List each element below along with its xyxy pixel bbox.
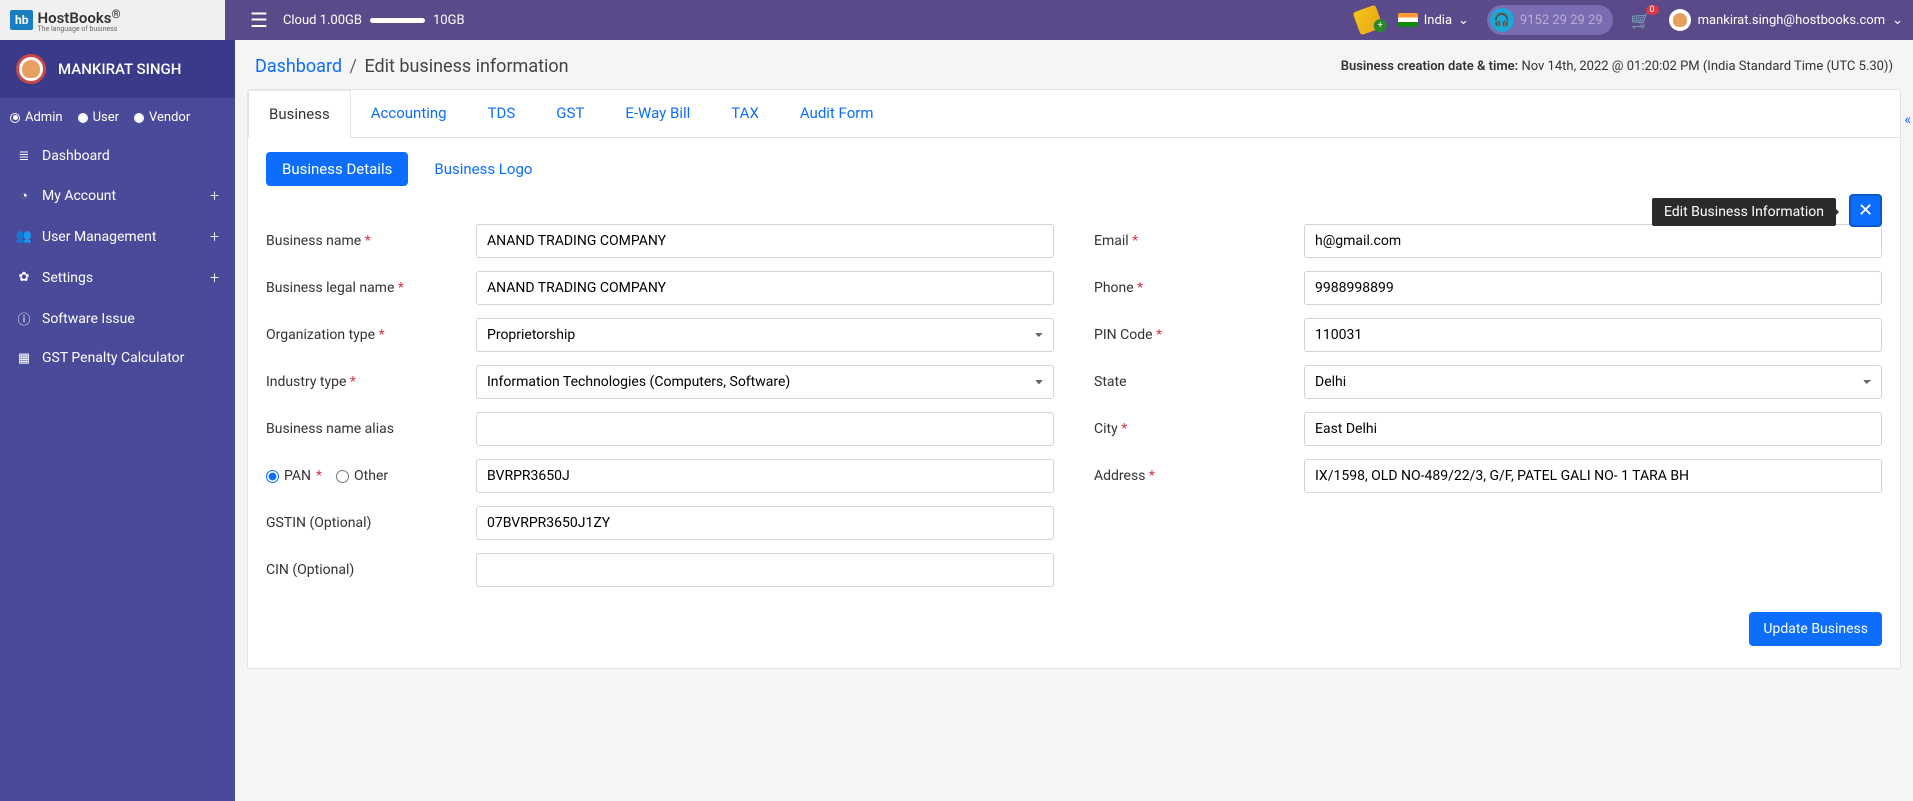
role-user[interactable]: User — [78, 110, 119, 125]
country-label: India — [1424, 13, 1452, 28]
other-radio[interactable]: Other — [336, 468, 388, 484]
headset-icon: 🎧 — [1490, 8, 1514, 32]
usage-bar — [370, 18, 425, 23]
tab-business[interactable]: Business — [248, 90, 351, 138]
expand-icon: + — [210, 268, 219, 287]
cart-count: 0 — [1646, 5, 1659, 15]
pan-radio[interactable]: PAN * — [266, 468, 322, 484]
avatar-icon — [1669, 9, 1691, 31]
support-phone[interactable]: 🎧 9152 29 29 29 — [1487, 5, 1613, 35]
logo-badge: hb — [10, 10, 33, 30]
sub-tabs: Business Details Business Logo — [248, 138, 1900, 192]
user-email: mankirat.singh@hostbooks.com — [1698, 13, 1886, 28]
user-menu[interactable]: mankirat.singh@hostbooks.com ⌄ — [1669, 9, 1903, 31]
tab-accounting[interactable]: Accounting — [351, 90, 468, 137]
business-name-input[interactable] — [476, 224, 1054, 258]
tab-eway[interactable]: E-Way Bill — [605, 90, 711, 137]
chevron-down-icon: ⌄ — [1458, 13, 1469, 28]
state-select[interactable]: Delhi — [1304, 365, 1882, 399]
cloud-usage: Cloud 1.00GB 10GB — [283, 13, 465, 28]
email-input[interactable] — [1304, 224, 1882, 258]
address-input[interactable] — [1304, 459, 1882, 493]
tab-gst[interactable]: GST — [536, 90, 605, 137]
legal-name-input[interactable] — [476, 271, 1054, 305]
main-content: Dashboard / Edit business information Bu… — [235, 40, 1913, 801]
pin-input[interactable] — [1304, 318, 1882, 352]
pan-input[interactable] — [476, 459, 1054, 493]
role-admin[interactable]: Admin — [10, 110, 63, 125]
phone-input[interactable] — [1304, 271, 1882, 305]
breadcrumb: Dashboard / Edit business information — [255, 56, 569, 77]
calculator-icon: ▦ — [16, 351, 32, 366]
update-business-button[interactable]: Update Business — [1749, 612, 1882, 646]
city-input[interactable] — [1304, 412, 1882, 446]
expand-icon: + — [210, 227, 219, 246]
sidebar-item-my-account[interactable]: ◔My Account+ — [0, 175, 235, 216]
sidebar-item-dashboard[interactable]: ≣Dashboard — [0, 137, 235, 175]
cloud-used-label: Cloud 1.00GB — [283, 13, 362, 28]
breadcrumb-current: Edit business information — [364, 56, 568, 77]
info-icon: ⓘ — [16, 309, 32, 328]
collapse-panel-icon[interactable]: « — [1904, 112, 1911, 128]
gear-icon: ✿ — [16, 270, 32, 285]
account-icon: ◔ — [16, 188, 32, 204]
tag-add-icon[interactable]: + — [1352, 5, 1383, 36]
country-selector[interactable]: India ⌄ — [1398, 13, 1469, 28]
subtab-business-details[interactable]: Business Details — [266, 152, 408, 186]
sidebar-user[interactable]: MANKIRAT SINGH — [0, 40, 235, 98]
sidebar-item-settings[interactable]: ✿Settings+ — [0, 257, 235, 298]
industry-select[interactable]: Information Technologies (Computers, Sof… — [476, 365, 1054, 399]
tooltip-edit-business: Edit Business Information — [1652, 198, 1836, 226]
cart-icon[interactable]: 🛒0 — [1631, 11, 1651, 30]
chevron-down-icon: ⌄ — [1892, 13, 1903, 28]
close-button[interactable]: ✕ — [1849, 194, 1882, 227]
expand-icon: + — [210, 186, 219, 205]
sidebar-item-software-issue[interactable]: ⓘSoftware Issue — [0, 298, 235, 339]
tab-tax[interactable]: TAX — [711, 90, 780, 137]
tab-audit[interactable]: Audit Form — [780, 90, 895, 137]
gstin-input[interactable] — [476, 506, 1054, 540]
flag-india-icon — [1398, 13, 1418, 27]
cloud-total-label: 10GB — [433, 13, 465, 28]
cin-input[interactable] — [476, 553, 1054, 587]
users-icon: 👥 — [16, 229, 32, 244]
subtab-business-logo[interactable]: Business Logo — [418, 152, 548, 186]
tab-tds[interactable]: TDS — [468, 90, 537, 137]
breadcrumb-root[interactable]: Dashboard — [255, 56, 342, 77]
logo-text: HostBooks — [37, 9, 111, 27]
sidebar: MANKIRAT SINGH Admin User Vendor ≣Dashbo… — [0, 40, 235, 801]
role-selector: Admin User Vendor — [0, 98, 235, 137]
creation-date: Business creation date & time: Nov 14th,… — [1341, 59, 1893, 74]
support-number: 9152 29 29 29 — [1520, 13, 1603, 28]
main-tabs: Business Accounting TDS GST E-Way Bill T… — [248, 90, 1900, 138]
org-type-select[interactable]: Proprietorship — [476, 318, 1054, 352]
dashboard-icon: ≣ — [16, 149, 32, 164]
sidebar-item-gst-penalty[interactable]: ▦GST Penalty Calculator — [0, 339, 235, 377]
sidebar-item-user-management[interactable]: 👥User Management+ — [0, 216, 235, 257]
logo-area: hb HostBooks® The language of business — [0, 0, 225, 40]
sidebar-user-name: MANKIRAT SINGH — [58, 60, 181, 78]
role-vendor[interactable]: Vendor — [134, 110, 190, 125]
avatar-icon — [16, 54, 46, 84]
hamburger-icon[interactable]: ☰ — [250, 8, 268, 32]
alias-input[interactable] — [476, 412, 1054, 446]
